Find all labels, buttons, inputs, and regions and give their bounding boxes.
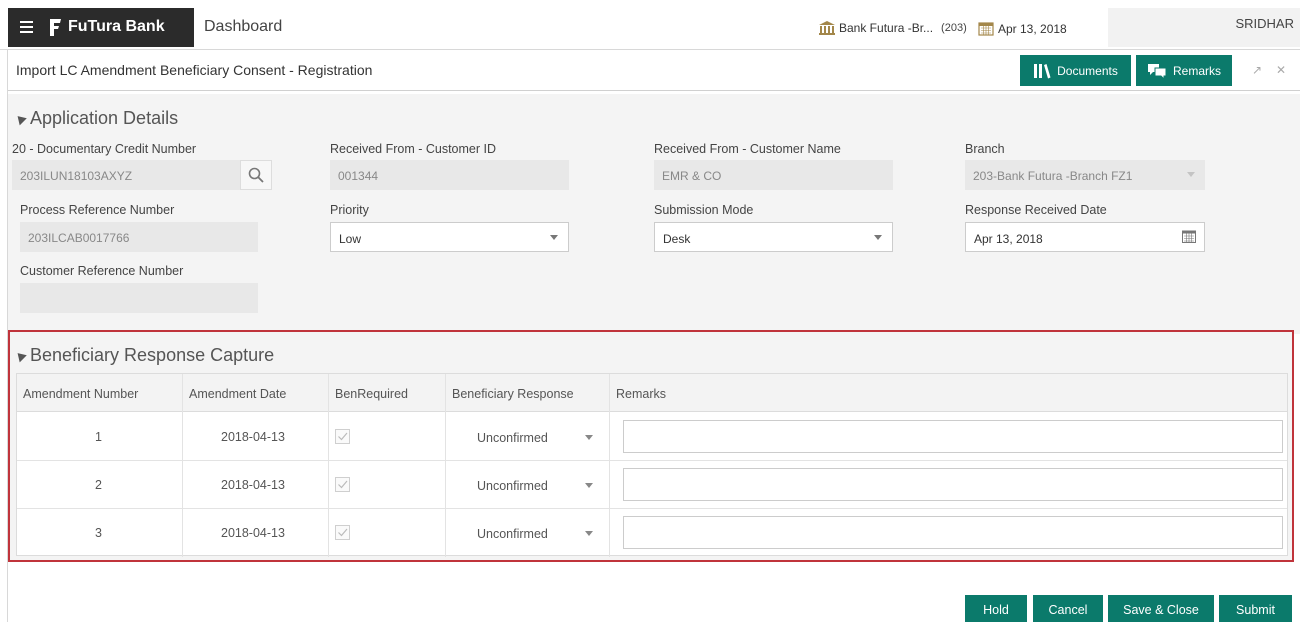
branch-select[interactable]: 203-Bank Futura -Branch FZ1 [965, 160, 1205, 190]
brand-name: FuTura Bank [68, 18, 165, 35]
amendment-date-cell: 2018-04-13 [221, 478, 285, 492]
amendment-number-cell: 1 [95, 430, 102, 444]
hold-button[interactable]: Hold [965, 595, 1027, 622]
customer-ref-field[interactable] [20, 283, 258, 313]
documents-icon [1034, 63, 1051, 78]
beneficiary-response-table: Amendment Number Amendment Date BenRequi… [16, 373, 1288, 557]
amendment-number-cell: 2 [95, 478, 102, 492]
branch-selector[interactable]: Bank Futura -Br... (203) [818, 21, 967, 35]
remarks-input[interactable] [623, 468, 1283, 501]
table-row[interactable]: 3 2018-04-13 Unconfirmed [17, 509, 1287, 557]
checkmark-icon [338, 480, 348, 489]
hamburger-menu-icon[interactable] [20, 21, 33, 33]
calendar-icon[interactable] [1182, 230, 1196, 243]
application-details-header[interactable]: Application Details [14, 108, 178, 129]
table-row[interactable]: 1 2018-04-13 Unconfirmed [17, 413, 1287, 461]
application-details-title: Application Details [30, 108, 179, 128]
beneficiary-response-section: Beneficiary Response Capture Amendment N… [8, 330, 1294, 562]
submission-mode-value: Desk [663, 232, 691, 246]
branch-label: Branch [965, 142, 1005, 156]
remarks-button[interactable]: Remarks [1136, 55, 1232, 86]
minimize-icon[interactable]: ↗ [1252, 63, 1262, 77]
response-date-value: Apr 13, 2018 [974, 232, 1043, 246]
cancel-button[interactable]: Cancel [1033, 595, 1103, 622]
column-header[interactable]: Amendment Number [23, 387, 138, 401]
top-bar: FuTura Bank Dashboard Bank Futura -Br...… [0, 0, 1300, 50]
beneficiary-response-select[interactable]: Unconfirmed [477, 479, 548, 493]
branch-name: Bank Futura -Br... [839, 21, 934, 35]
close-icon[interactable]: ✕ [1276, 63, 1286, 77]
process-ref-field[interactable]: 203ILCAB0017766 [20, 222, 258, 252]
remarks-input[interactable] [623, 420, 1283, 453]
table-header: Amendment Number Amendment Date BenRequi… [17, 374, 1287, 412]
priority-select-value: Low [339, 232, 362, 246]
chevron-down-icon[interactable] [585, 435, 593, 440]
branch-select-value: 203-Bank Futura -Branch FZ1 [973, 169, 1133, 183]
title-bar: Import LC Amendment Beneficiary Consent … [8, 50, 1300, 91]
application-details-panel: Application Details 20 - Documentary Cre… [8, 94, 1300, 334]
page-title: Import LC Amendment Beneficiary Consent … [16, 62, 373, 78]
ben-required-checkbox[interactable] [335, 477, 350, 492]
checkmark-icon [338, 432, 348, 441]
checkmark-icon [338, 528, 348, 537]
branch-code: (203) [941, 22, 967, 34]
collapse-triangle-icon [14, 112, 27, 125]
brand-block: FuTura Bank [8, 8, 194, 47]
customer-id-label: Received From - Customer ID [330, 142, 497, 156]
amendment-number-cell: 3 [95, 526, 102, 540]
user-name: SRIDHAR [1235, 16, 1294, 31]
business-date-text: Apr 13, 2018 [998, 21, 1067, 36]
beneficiary-response-select[interactable]: Unconfirmed [477, 431, 548, 445]
table-row[interactable]: 2 2018-04-13 Unconfirmed [17, 461, 1287, 509]
amendment-date-cell: 2018-04-13 [221, 526, 285, 540]
calendar-icon [978, 22, 994, 36]
submit-button[interactable]: Submit [1219, 595, 1292, 622]
dashboard-link[interactable]: Dashboard [204, 18, 282, 36]
business-date: Apr 13, 2018 [978, 21, 1067, 36]
customer-ref-label: Customer Reference Number [20, 264, 184, 278]
dc-number-search-button[interactable] [240, 160, 272, 190]
response-date-label: Response Received Date [965, 203, 1107, 217]
ben-required-checkbox[interactable] [335, 429, 350, 444]
remarks-label: Remarks [1172, 63, 1221, 78]
chevron-down-icon [550, 235, 558, 240]
collapse-triangle-icon [14, 349, 27, 362]
documents-button[interactable]: Documents [1020, 55, 1131, 86]
beneficiary-response-title: Beneficiary Response Capture [30, 345, 275, 365]
chevron-down-icon [1187, 172, 1195, 177]
customer-id-field[interactable]: 001344 [330, 160, 569, 190]
bank-building-icon [819, 21, 835, 35]
amendment-date-cell: 2018-04-13 [221, 430, 285, 444]
save-close-button[interactable]: Save & Close [1108, 595, 1214, 622]
chevron-down-icon [874, 235, 882, 240]
customer-name-label: Received From - Customer Name [654, 142, 841, 156]
process-ref-label: Process Reference Number [20, 203, 175, 217]
column-header[interactable]: BenRequired [335, 387, 408, 401]
search-icon [248, 167, 264, 183]
dc-number-field[interactable]: 203ILUN18103AXYZ [12, 160, 240, 190]
remarks-icon [1147, 63, 1167, 79]
priority-select[interactable]: Low [330, 222, 569, 252]
chevron-down-icon[interactable] [585, 531, 593, 536]
documents-label: Documents [1057, 63, 1118, 78]
beneficiary-response-header[interactable]: Beneficiary Response Capture [14, 345, 274, 366]
beneficiary-response-select[interactable]: Unconfirmed [477, 527, 548, 541]
chevron-down-icon[interactable] [585, 483, 593, 488]
column-header[interactable]: Beneficiary Response [452, 387, 574, 401]
dc-number-label: 20 - Documentary Credit Number [12, 142, 197, 156]
bank-logo-icon [50, 19, 61, 36]
submission-mode-label: Submission Mode [654, 203, 754, 217]
response-date-field[interactable]: Apr 13, 2018 [965, 222, 1205, 252]
ben-required-checkbox[interactable] [335, 525, 350, 540]
customer-name-field[interactable]: EMR & CO [654, 160, 893, 190]
remarks-input[interactable] [623, 516, 1283, 549]
submission-mode-select[interactable]: Desk [654, 222, 893, 252]
priority-label: Priority [330, 203, 369, 217]
column-header[interactable]: Amendment Date [189, 387, 286, 401]
user-menu[interactable]: SRIDHAR [1108, 8, 1300, 47]
column-header[interactable]: Remarks [616, 387, 666, 401]
